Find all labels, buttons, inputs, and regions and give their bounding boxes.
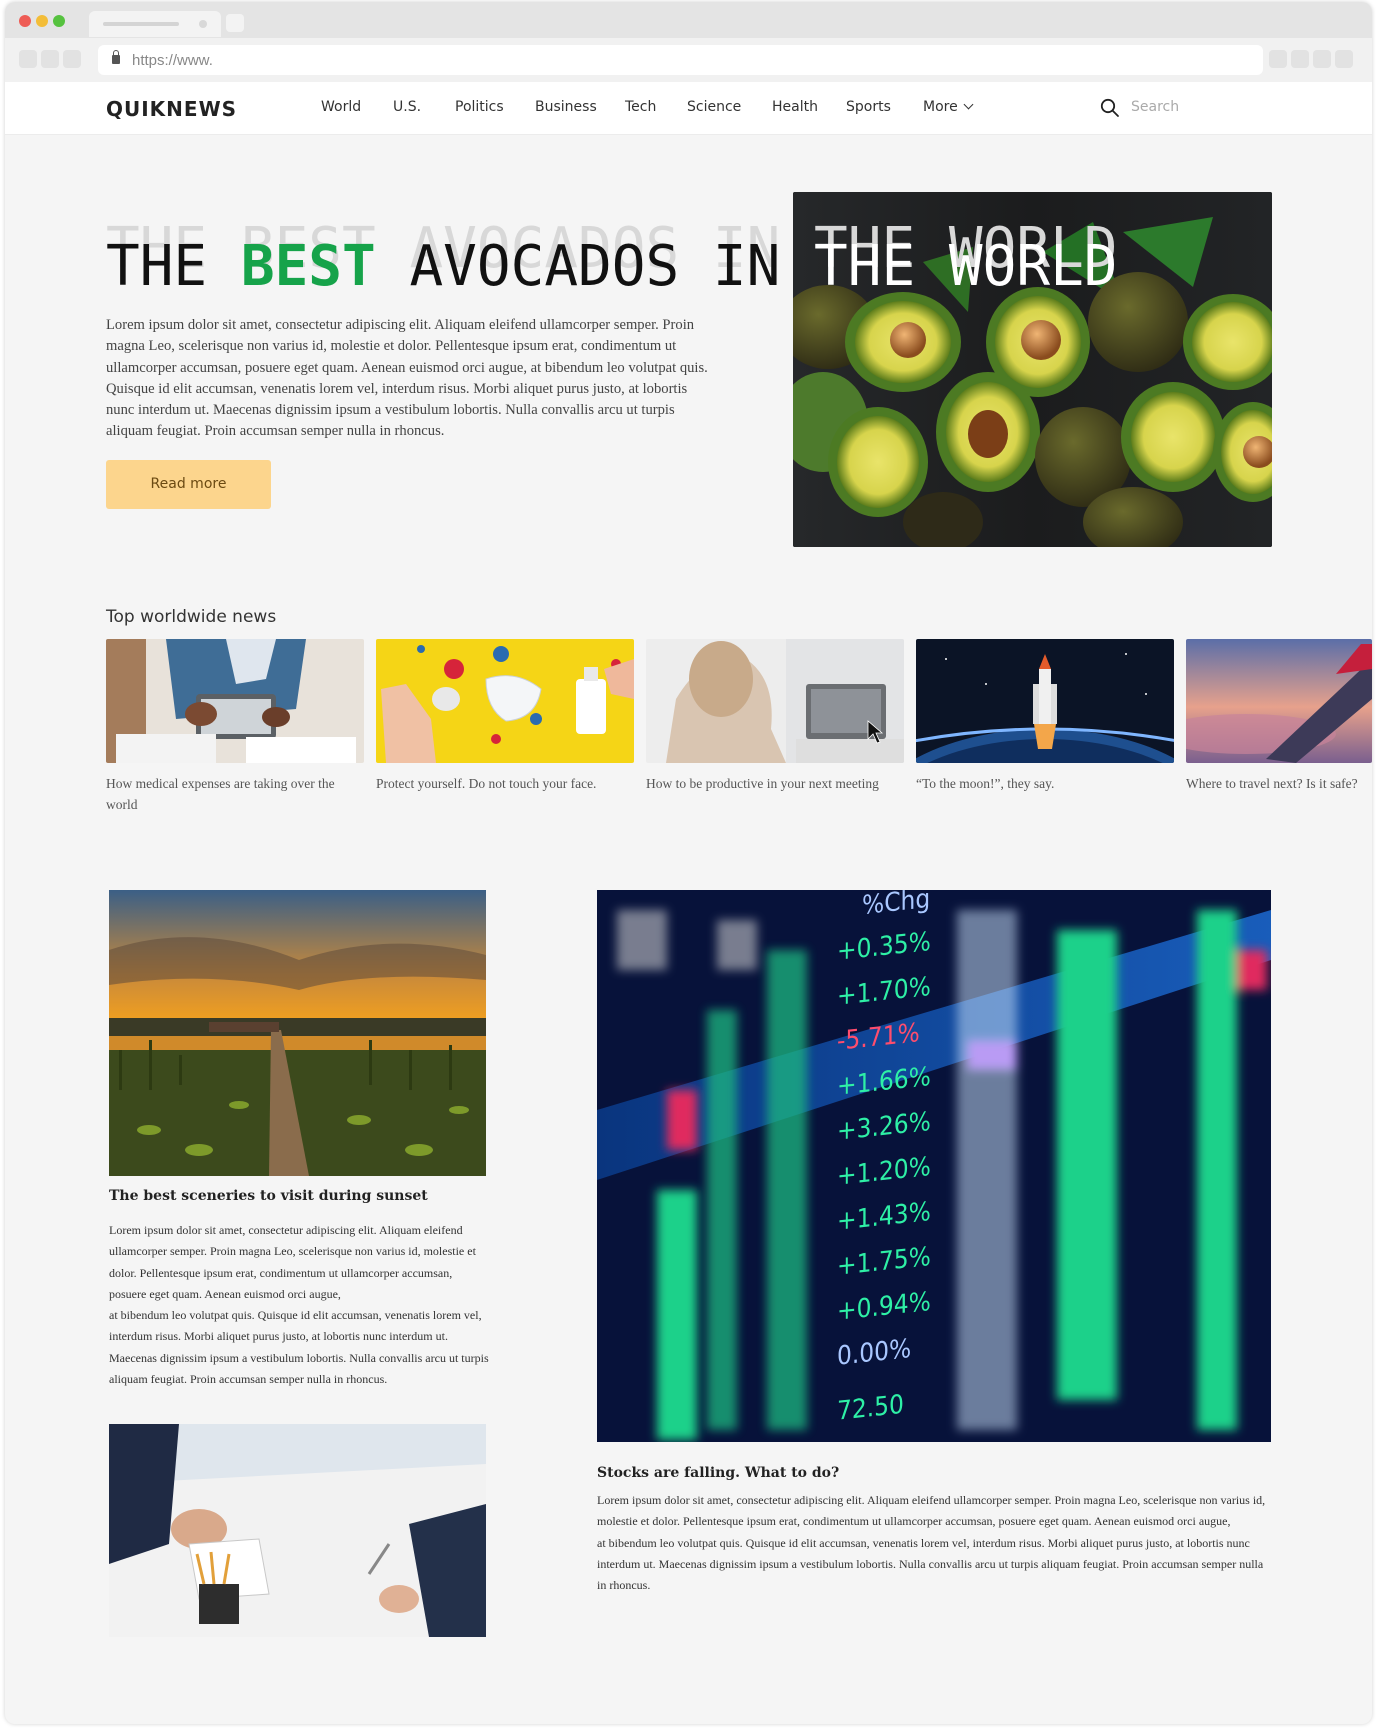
back-button[interactable] — [19, 50, 37, 68]
stock-board-image[interactable]: %Chg +0.35% +1.70% -5.71% +1.66% +3.26% … — [597, 890, 1271, 1442]
nav-business[interactable]: Business — [535, 99, 597, 115]
address-bar[interactable]: https://www. — [98, 45, 1263, 75]
hero-body-text: Lorem ipsum dolor sit amet, consectetur … — [106, 317, 708, 440]
sunset-article-image[interactable] — [109, 890, 486, 1176]
stocks-article-title[interactable]: Stocks are falling. What to do? — [597, 1465, 839, 1481]
extension-button-3[interactable] — [1313, 50, 1331, 68]
sunset-article-body: Lorem ipsum dolor sit amet, consectetur … — [109, 1220, 489, 1390]
browser-window: https://www. QUIKNEWS World U.S. Politic… — [5, 2, 1372, 1724]
browser-tab-bar — [5, 2, 1372, 38]
headline-word-6: WORLD — [948, 234, 1118, 299]
news-caption[interactable]: How medical expenses are taking over the… — [106, 773, 364, 815]
headline-word-best: BEST — [240, 234, 376, 299]
headline-word-1: THE — [106, 234, 208, 299]
news-thumb-airplane[interactable] — [1186, 639, 1372, 763]
search-input[interactable]: Search — [1131, 99, 1179, 115]
search-icon[interactable] — [1100, 98, 1120, 118]
read-more-button[interactable]: Read more — [106, 460, 271, 509]
sunset-article-title[interactable]: The best sceneries to visit during sunse… — [109, 1188, 428, 1204]
site-header: QUIKNEWS World U.S. Politics Business Te… — [5, 82, 1372, 135]
news-caption[interactable]: How to be productive in your next meetin… — [646, 773, 904, 794]
forward-button[interactable] — [41, 50, 59, 68]
news-caption[interactable]: “To the moon!”, they say. — [916, 773, 1174, 794]
nav-us[interactable]: U.S. — [393, 99, 421, 115]
stocks-article-body: Lorem ipsum dolor sit amet, consectetur … — [597, 1490, 1267, 1596]
news-card-travel[interactable]: Where to travel next? Is it safe? — [1186, 639, 1372, 794]
maximize-window-button[interactable] — [53, 15, 65, 27]
browser-tab[interactable] — [89, 11, 221, 37]
news-thumb-meeting[interactable] — [646, 639, 904, 763]
nav-more-label: More — [923, 99, 958, 115]
nav-science[interactable]: Science — [687, 99, 741, 115]
headline-word-4: IN — [712, 234, 781, 299]
nav-world[interactable]: World — [321, 99, 361, 115]
lock-icon — [112, 50, 120, 64]
hero-headline: THE BEST AVOCADOS IN THE WORLD THE BEST … — [106, 216, 1118, 299]
menu-button[interactable] — [1335, 50, 1353, 68]
sunset-body-part-2: at bibendum leo volutpat quis. Quisque i… — [109, 1308, 489, 1387]
sunset-body-part-1: Lorem ipsum dolor sit amet, consectetur … — [109, 1223, 476, 1301]
news-thumb-medical[interactable] — [106, 639, 364, 763]
news-caption[interactable]: Protect yourself. Do not touch your face… — [376, 773, 634, 794]
nav-tech[interactable]: Tech — [625, 99, 656, 115]
reload-button[interactable] — [63, 50, 81, 68]
headline-word-5: THE — [814, 234, 916, 299]
chevron-down-icon — [963, 99, 974, 110]
tab-close-icon[interactable] — [199, 20, 207, 28]
news-thumb-face[interactable] — [376, 639, 634, 763]
new-tab-button[interactable] — [226, 14, 244, 32]
close-window-button[interactable] — [19, 15, 31, 27]
news-card-moon[interactable]: “To the moon!”, they say. — [916, 639, 1174, 794]
minimize-window-button[interactable] — [36, 15, 48, 27]
nav-health[interactable]: Health — [772, 99, 818, 115]
extension-button-1[interactable] — [1269, 50, 1287, 68]
nav-sports[interactable]: Sports — [846, 99, 891, 115]
site-logo[interactable]: QUIKNEWS — [106, 97, 237, 121]
business-meeting-image[interactable] — [109, 1424, 486, 1637]
tab-title-placeholder — [103, 22, 179, 26]
news-caption[interactable]: Where to travel next? Is it safe? — [1186, 773, 1372, 794]
news-card-medical[interactable]: How medical expenses are taking over the… — [106, 639, 364, 815]
top-news-title: Top worldwide news — [106, 607, 277, 627]
extension-button-2[interactable] — [1291, 50, 1309, 68]
headline-word-3: AVOCADOS — [409, 234, 680, 299]
news-card-face[interactable]: Protect yourself. Do not touch your face… — [376, 639, 634, 794]
stocks-body-part-1: Lorem ipsum dolor sit amet, consectetur … — [597, 1493, 1266, 1529]
nav-more[interactable]: More — [923, 99, 974, 115]
stocks-body-part-2: at bibendum leo volutpat quis. Quisque i… — [597, 1535, 1264, 1593]
news-thumb-rocket[interactable] — [916, 639, 1174, 763]
browser-toolbar: https://www. — [5, 38, 1372, 82]
nav-politics[interactable]: Politics — [455, 99, 504, 115]
url-text: https://www. — [132, 52, 213, 69]
news-card-meeting[interactable]: How to be productive in your next meetin… — [646, 639, 904, 794]
